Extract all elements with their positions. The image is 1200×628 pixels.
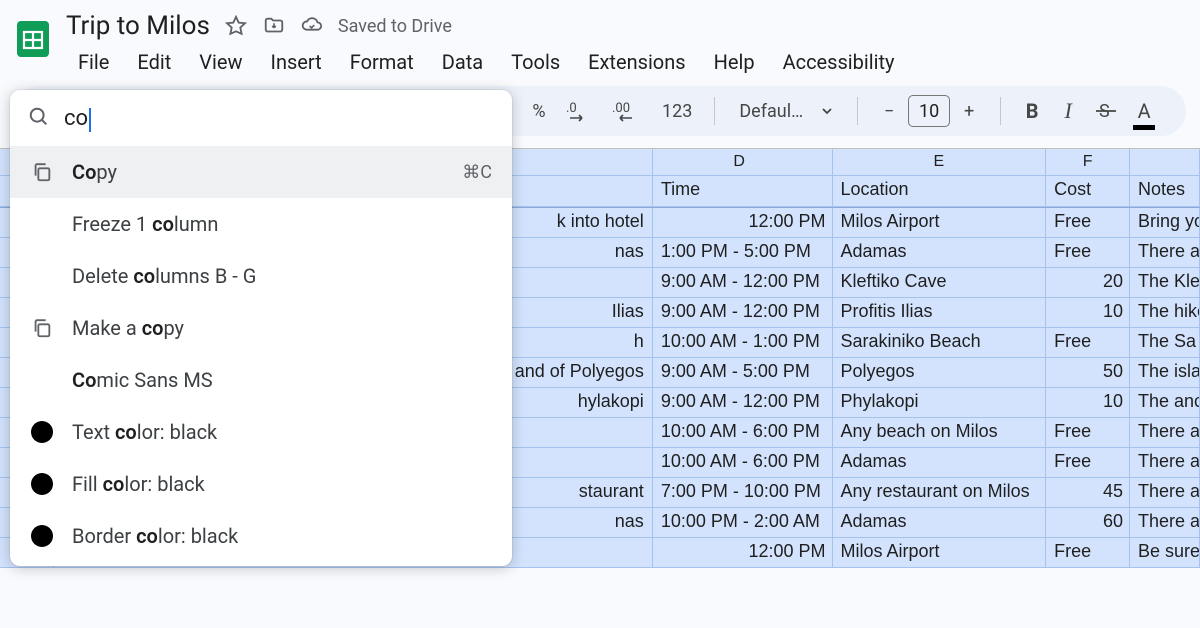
search-result-label: Make a copy	[72, 316, 492, 340]
search-result-item[interactable]: Fill color: black	[10, 458, 512, 510]
color-swatch-icon	[30, 472, 54, 496]
decrease-font-size-button[interactable]: −	[874, 94, 904, 128]
help-search-popup: co Copy ⌘C Freeze 1 column Delete columns B…	[10, 90, 512, 566]
header-cost: Cost	[1046, 176, 1130, 207]
search-result-item[interactable]: Comic Sans MS	[10, 354, 512, 406]
header-time: Time	[653, 176, 833, 207]
move-icon[interactable]	[262, 14, 286, 38]
search-result-item[interactable]: Copy ⌘C	[10, 146, 512, 198]
menu-bar: FileEditViewInsertFormatDataToolsExtensi…	[66, 44, 907, 80]
chevron-down-icon	[821, 105, 833, 117]
menu-file[interactable]: File	[66, 46, 121, 78]
toolbar-separator	[714, 97, 715, 125]
svg-text:.00: .00	[612, 101, 630, 116]
search-result-label: Delete columns B - G	[72, 264, 492, 288]
menu-extensions[interactable]: Extensions	[576, 46, 697, 78]
menu-accessibility[interactable]: Accessibility	[771, 46, 907, 78]
menu-data[interactable]: Data	[430, 46, 495, 78]
menu-tools[interactable]: Tools	[499, 46, 572, 78]
text-color-button[interactable]: A	[1129, 94, 1159, 128]
menu-edit[interactable]: Edit	[125, 46, 183, 78]
color-swatch-icon	[30, 420, 54, 444]
search-input[interactable]: co	[64, 106, 494, 131]
search-result-item[interactable]: Freeze 1 column	[10, 198, 512, 250]
search-result-item[interactable]: Delete columns B - G	[10, 250, 512, 302]
more-formats-button[interactable]: 123	[656, 94, 698, 128]
search-result-item[interactable]: Border color: black	[10, 510, 512, 562]
strikethrough-button[interactable]: S	[1089, 94, 1123, 128]
save-status: Saved to Drive	[338, 16, 452, 37]
cloud-icon[interactable]	[300, 14, 324, 38]
increase-decimal-button[interactable]: .00	[606, 94, 650, 128]
decrease-decimal-button[interactable]: .0	[560, 94, 600, 128]
document-title[interactable]: Trip to Milos	[66, 11, 210, 41]
toolbar-separator	[857, 97, 858, 125]
header-location: Location	[833, 176, 1047, 207]
increase-font-size-button[interactable]: +	[954, 94, 984, 128]
toolbar-separator	[1000, 97, 1001, 125]
search-result-item[interactable]: Text color: black	[10, 406, 512, 458]
column-header-d[interactable]: D	[653, 149, 833, 175]
search-result-label: Border color: black	[72, 524, 492, 548]
menu-help[interactable]: Help	[702, 46, 767, 78]
star-icon[interactable]	[224, 14, 248, 38]
search-result-label: Comic Sans MS	[72, 368, 492, 392]
copy-icon	[30, 160, 54, 184]
menu-format[interactable]: Format	[338, 46, 426, 78]
bold-button[interactable]: B	[1017, 94, 1047, 128]
column-header-e[interactable]: E	[833, 149, 1047, 175]
copy-icon	[30, 316, 54, 340]
italic-button[interactable]: I	[1053, 94, 1083, 128]
format-percent-button[interactable]: %	[524, 94, 554, 128]
column-header-g[interactable]	[1130, 149, 1200, 175]
menu-insert[interactable]: Insert	[259, 46, 334, 78]
search-result-label: Freeze 1 column	[72, 212, 492, 236]
search-result-label: Text color: black	[72, 420, 492, 444]
font-size-input[interactable]: 10	[908, 95, 950, 127]
menu-view[interactable]: View	[187, 46, 254, 78]
keyboard-shortcut: ⌘C	[462, 162, 492, 183]
header-notes: Notes	[1130, 176, 1200, 207]
color-swatch-icon	[30, 524, 54, 548]
font-family-label: Defaul…	[739, 101, 803, 122]
column-header-f[interactable]: F	[1046, 149, 1130, 175]
search-icon	[28, 106, 50, 132]
svg-text:.0: .0	[566, 101, 577, 116]
search-result-label: Fill color: black	[72, 472, 492, 496]
header: Trip to Milos Saved to Drive FileEditVie…	[0, 0, 1200, 80]
search-result-item[interactable]: Make a copy	[10, 302, 512, 354]
sheets-logo[interactable]	[10, 8, 56, 70]
search-result-label: Copy	[72, 160, 444, 184]
font-family-select[interactable]: Defaul…	[731, 101, 841, 122]
